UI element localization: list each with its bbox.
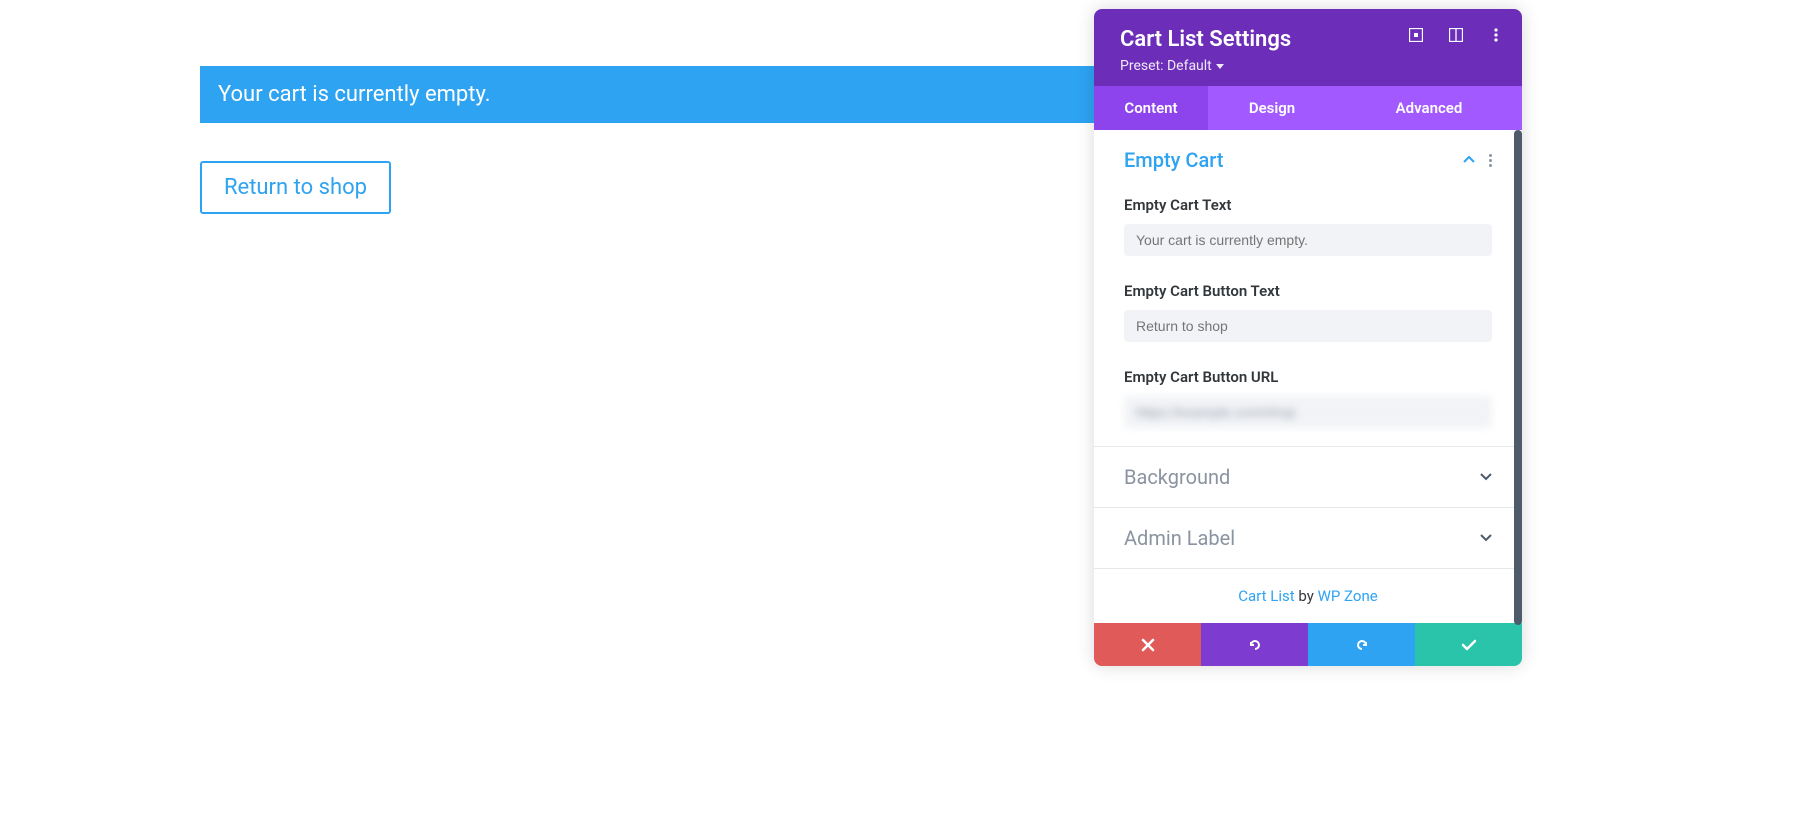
return-to-shop-button[interactable]: Return to shop [200, 161, 391, 214]
section-background[interactable]: Background [1094, 447, 1522, 507]
tab-content[interactable]: Content [1094, 86, 1208, 130]
section-title: Background [1124, 465, 1230, 489]
label-empty-cart-button-url: Empty Cart Button URL [1124, 368, 1492, 386]
field-group-empty-cart: Empty Cart Text Empty Cart Button Text E… [1094, 196, 1522, 446]
chevron-up-icon [1463, 156, 1475, 164]
panel-header: Cart List Settings Preset: Default [1094, 9, 1522, 86]
section-controls [1463, 154, 1492, 167]
columns-icon[interactable] [1448, 27, 1464, 43]
section-more-icon[interactable] [1489, 154, 1492, 167]
input-empty-cart-text[interactable] [1124, 224, 1492, 256]
credit-line: Cart List by WP Zone [1094, 569, 1522, 623]
panel-body: Empty Cart Empty Cart Text Empty Cart Bu… [1094, 130, 1522, 623]
input-empty-cart-button-text[interactable] [1124, 310, 1492, 342]
cancel-button[interactable] [1094, 623, 1201, 666]
settings-panel: Cart List Settings Preset: Default Conte… [1094, 9, 1522, 666]
more-icon[interactable] [1488, 27, 1504, 43]
section-admin-label[interactable]: Admin Label [1094, 508, 1522, 568]
tab-design[interactable]: Design [1208, 86, 1336, 130]
label-empty-cart-text: Empty Cart Text [1124, 196, 1492, 214]
section-title: Admin Label [1124, 526, 1235, 550]
credit-link-wp-zone[interactable]: WP Zone [1318, 587, 1378, 605]
preset-selector[interactable]: Preset: Default [1120, 58, 1496, 74]
credit-by: by [1295, 587, 1318, 605]
tab-advanced[interactable]: Advanced [1336, 86, 1522, 130]
footer-buttons [1094, 623, 1522, 666]
credit-link-cart-list[interactable]: Cart List [1238, 587, 1294, 605]
section-controls [1480, 473, 1492, 481]
caret-down-icon [1216, 64, 1224, 69]
chevron-down-icon [1480, 534, 1492, 542]
section-empty-cart[interactable]: Empty Cart [1094, 130, 1522, 190]
redo-button[interactable] [1308, 623, 1415, 666]
save-button[interactable] [1415, 623, 1522, 666]
undo-button[interactable] [1201, 623, 1308, 666]
tab-bar: Content Design Advanced [1094, 86, 1522, 130]
section-controls [1480, 534, 1492, 542]
scrollbar-track [1514, 130, 1522, 625]
expand-icon[interactable] [1408, 27, 1424, 43]
input-empty-cart-button-url[interactable] [1124, 396, 1492, 428]
header-icon-group [1408, 27, 1504, 43]
section-title: Empty Cart [1124, 148, 1223, 172]
chevron-down-icon [1480, 473, 1492, 481]
scrollbar-thumb[interactable] [1514, 130, 1522, 625]
preset-label: Preset: Default [1120, 58, 1212, 74]
label-empty-cart-button-text: Empty Cart Button Text [1124, 282, 1492, 300]
